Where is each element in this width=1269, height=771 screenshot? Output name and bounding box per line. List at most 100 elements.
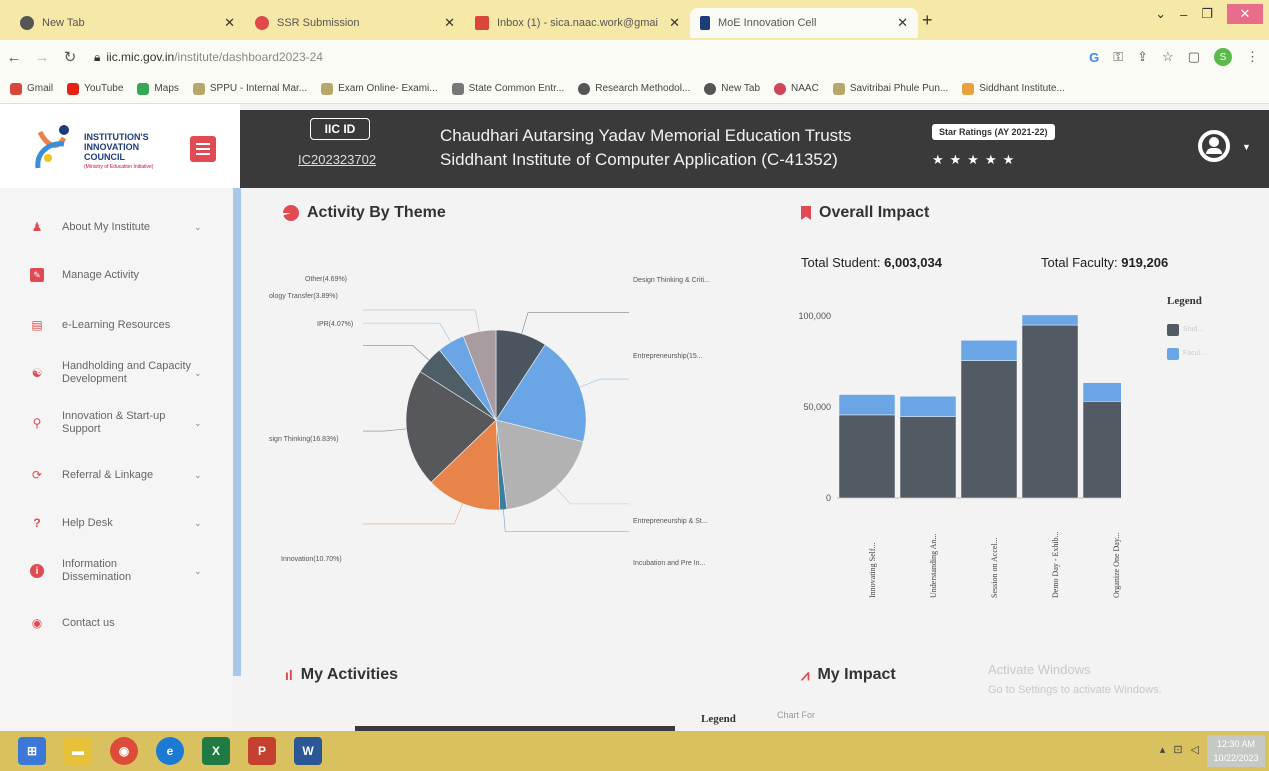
browser-tab-bar: New Tab ✕ SSR Submission ✕ Inbox (1) - s… xyxy=(0,0,1269,40)
close-icon[interactable]: ✕ xyxy=(669,15,680,31)
pie-label: sign Thinking(16.83%) xyxy=(269,436,339,443)
my-activities-title: ıl My Activities xyxy=(285,666,398,683)
new-tab-button[interactable]: + xyxy=(922,10,933,31)
sidebar-item-about-my-institute[interactable]: ♟ About My Institute ⌄ xyxy=(30,220,202,234)
bookmark-new-tab[interactable]: New Tab xyxy=(704,82,760,95)
close-icon[interactable]: ✕ xyxy=(444,15,455,31)
network-icon[interactable]: ⊡ xyxy=(1173,743,1182,756)
location-icon: ◉ xyxy=(31,616,43,630)
browser-toolbar: ← → ↻ 🔒︎ iic.mic.gov.in/institute/dashbo… xyxy=(0,40,1269,74)
word-taskbar-icon[interactable]: W xyxy=(294,737,322,765)
sidebar-scrollbar[interactable] xyxy=(233,188,241,676)
sidebar-item-information-dissemination[interactable]: i Information Dissemination ⌄ xyxy=(30,558,202,584)
iic-id-value[interactable]: IC202323702 xyxy=(298,152,376,167)
bookmarks-bar: Gmail YouTube Maps SPPU - Internal Mar..… xyxy=(0,74,1269,104)
google-icon[interactable]: G xyxy=(1089,50,1099,65)
hamburger-icon xyxy=(196,143,210,145)
windows-start-icon[interactable]: ⊞ xyxy=(18,737,46,765)
bookmark-star-icon[interactable]: ☆ xyxy=(1162,49,1174,65)
tray-arrow-icon[interactable]: ▴ xyxy=(1160,743,1166,756)
logo-subtitle: (Ministry of Education Initiative) xyxy=(84,164,154,170)
x-tick-label: Innovating Self... xyxy=(868,542,877,598)
sidebar-item-referral-linkage[interactable]: ⟳ Referral & Linkage ⌄ xyxy=(30,468,202,482)
sidebar-item-help-desk[interactable]: ? Help Desk ⌄ xyxy=(30,516,201,530)
volume-icon[interactable]: ◁ xyxy=(1191,743,1199,756)
pie-label: Innovation(10.70%) xyxy=(281,556,342,563)
sidebar-item-label: Innovation & Start-up Support xyxy=(62,410,166,435)
bookmark-state-common[interactable]: State Common Entr... xyxy=(451,82,564,95)
profile-avatar[interactable]: S xyxy=(1214,48,1232,66)
bar-students[interactable] xyxy=(838,414,896,499)
close-icon[interactable]: ✕ xyxy=(897,15,908,31)
legend-swatch-students xyxy=(1167,324,1179,336)
key-icon[interactable]: ⚿ xyxy=(1113,49,1123,65)
sidebar-item-innovation-startup[interactable]: ⚲ Innovation & Start-up Support ⌄ xyxy=(30,410,202,436)
tab-title: Inbox (1) - sica.naac.work@gmai xyxy=(497,17,658,29)
bookmark-naac[interactable]: NAAC xyxy=(774,82,819,95)
taskbar-clock[interactable]: 12:30 AM 10/22/2023 xyxy=(1207,735,1265,767)
pie-leader-line xyxy=(363,503,463,525)
site-logo[interactable]: INSTITUTION'S INNOVATION COUNCIL (Minist… xyxy=(0,104,240,188)
bar-faculty[interactable] xyxy=(1082,382,1121,402)
chevron-down-icon[interactable]: ▼ xyxy=(1242,142,1251,152)
bar-faculty[interactable] xyxy=(899,396,957,417)
bookmark-exam-online[interactable]: Exam Online- Exami... xyxy=(321,82,438,95)
total-faculty-stat: Total Faculty: 919,206 xyxy=(1041,255,1169,270)
info-icon: i xyxy=(30,564,44,578)
bookmark-youtube[interactable]: YouTube xyxy=(67,82,123,95)
menu-kebab-icon[interactable]: ⋮ xyxy=(1246,49,1259,65)
minimize-icon[interactable]: – xyxy=(1180,7,1187,22)
tab-ssr-submission[interactable]: SSR Submission ✕ xyxy=(245,8,465,38)
edge-taskbar-icon[interactable]: e xyxy=(156,737,184,765)
restore-icon[interactable]: ❐ xyxy=(1201,6,1213,22)
close-icon[interactable]: ✕ xyxy=(224,15,235,31)
bar-faculty[interactable] xyxy=(1021,314,1079,326)
sidebar-item-label: Help Desk xyxy=(62,517,113,529)
logo-line3: COUNCIL xyxy=(84,152,125,162)
forward-icon[interactable]: → xyxy=(28,49,56,66)
sidebar-item-handholding[interactable]: ☯ Handholding and Capacity Development ⌄ xyxy=(30,360,202,386)
bookmark-maps[interactable]: Maps xyxy=(137,82,179,95)
user-avatar-icon[interactable] xyxy=(1198,130,1230,162)
bookmark-gmail[interactable]: Gmail xyxy=(10,82,53,95)
bar-students[interactable] xyxy=(1021,324,1079,499)
pie-leader-line xyxy=(363,345,430,361)
bookmark-sppu-internal[interactable]: SPPU - Internal Mar... xyxy=(192,82,307,95)
share-page-icon[interactable]: ⇪ xyxy=(1137,49,1148,65)
back-icon[interactable]: ← xyxy=(0,49,28,66)
pie-chart-icon xyxy=(283,205,299,221)
sidebar-item-e-learning[interactable]: ▤ e-Learning Resources xyxy=(30,318,170,332)
file-explorer-icon[interactable]: ▬ xyxy=(64,737,92,765)
sidebar-item-contact-us[interactable]: ◉ Contact us xyxy=(30,616,115,630)
sidepanel-icon[interactable]: ▢ xyxy=(1188,49,1200,65)
bookmark-research[interactable]: Research Methodol... xyxy=(578,82,690,95)
iic-logo-icon xyxy=(35,125,69,169)
pie-leader-line xyxy=(555,487,629,505)
sidebar-item-manage-activity[interactable]: ✎ Manage Activity xyxy=(30,268,139,282)
excel-taskbar-icon[interactable]: X xyxy=(202,737,230,765)
bar-students[interactable] xyxy=(1082,401,1121,499)
tab-gmail-inbox[interactable]: Inbox (1) - sica.naac.work@gmai ✕ xyxy=(465,8,690,38)
chrome-taskbar-icon[interactable]: ◉ xyxy=(110,737,138,765)
moe-icon xyxy=(700,16,710,30)
bar-faculty[interactable] xyxy=(838,394,896,416)
tab-search-icon[interactable]: ⌄ xyxy=(1155,6,1166,22)
address-bar[interactable]: 🔒︎ iic.mic.gov.in/institute/dashboard202… xyxy=(94,50,323,65)
sidebar-item-label: Handholding and Capacity Development xyxy=(62,360,192,385)
gmail-icon xyxy=(475,16,489,30)
bar-students[interactable] xyxy=(960,360,1018,499)
tab-new-tab[interactable]: New Tab ✕ xyxy=(10,8,245,38)
powerpoint-taskbar-icon[interactable]: P xyxy=(248,737,276,765)
reload-icon[interactable]: ↻ xyxy=(56,48,84,66)
window-close-button[interactable]: ✕ xyxy=(1227,4,1263,24)
bar-faculty[interactable] xyxy=(960,340,1018,361)
cet-icon xyxy=(451,82,464,95)
pie-leader-line xyxy=(521,312,629,334)
bookmark-savitribai[interactable]: Savitribai Phule Pun... xyxy=(832,82,948,95)
pie-label: Entrepreneurship(15... xyxy=(633,353,703,360)
system-tray[interactable]: ▴ ⊡ ◁ xyxy=(1160,743,1199,756)
tab-moe-innovation-cell[interactable]: MoE Innovation Cell ✕ xyxy=(690,8,918,38)
bar-students[interactable] xyxy=(899,416,957,499)
menu-toggle-button[interactable] xyxy=(190,136,216,162)
bookmark-siddhant[interactable]: Siddhant Institute... xyxy=(962,82,1065,95)
